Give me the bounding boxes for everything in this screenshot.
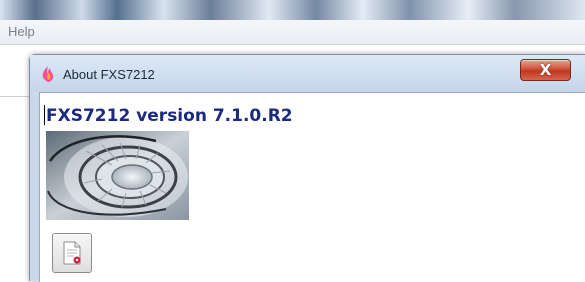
document-button[interactable] [52,233,92,273]
about-dialog: About FXS7212 X FXS7212 version 7.1.0.R2 [29,54,585,282]
dialog-title: About FXS7212 [63,67,155,82]
document-icon [63,241,81,265]
dialog-titlebar[interactable]: About FXS7212 X [30,55,585,91]
spiral-staircase-image [46,131,189,220]
close-button[interactable]: X [520,59,571,81]
text-caret [44,105,45,125]
parent-menubar: Help [0,20,585,45]
version-heading: FXS7212 version 7.1.0.R2 [46,106,293,126]
close-icon: X [539,61,552,79]
parent-divider-left [0,96,30,97]
flame-icon [39,65,57,83]
menu-help[interactable]: Help [8,24,35,39]
parent-window-titlebar [0,0,585,20]
dialog-content: FXS7212 version 7.1.0.R2 [39,92,585,282]
